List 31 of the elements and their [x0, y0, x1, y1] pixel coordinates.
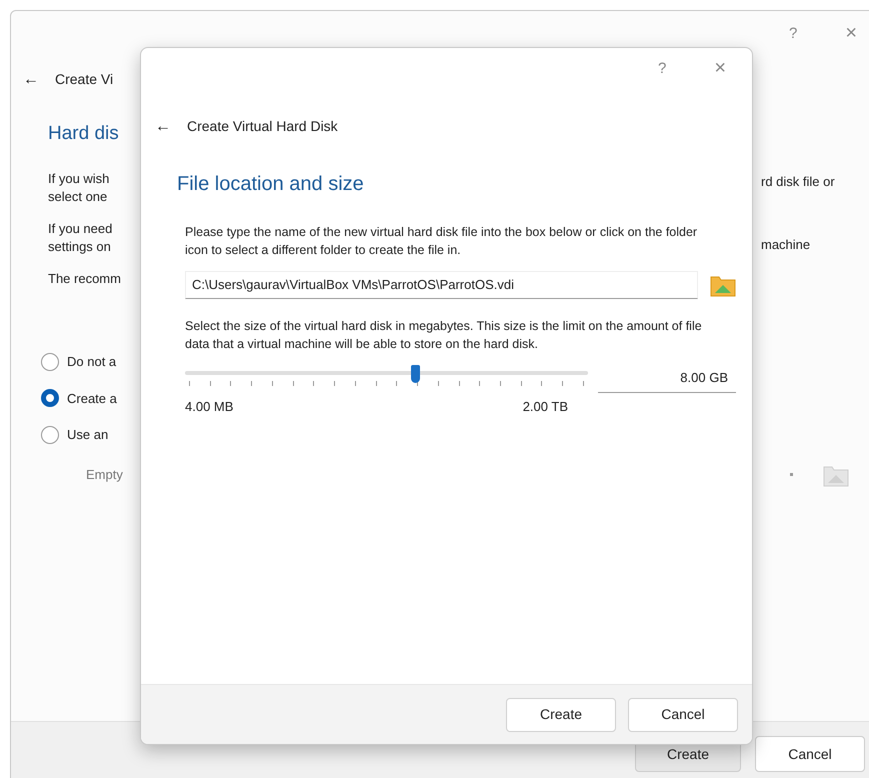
radio-button[interactable] [41, 389, 59, 408]
size-description: Select the size of the virtual hard disk in megabytes. This size is the limit on the amount of file data that a virtual machine will be able to store on the hard disk. [185, 318, 703, 352]
description-text: If you wish select one [48, 170, 110, 206]
radio-button[interactable] [41, 352, 59, 371]
radio-label[interactable]: Create a [67, 388, 117, 408]
min-size-label: 4.00 MB [185, 398, 234, 416]
dialog-button[interactable]: Create [506, 698, 616, 732]
description-text: rd disk file or [761, 172, 836, 190]
section-heading: Hard dis [48, 122, 120, 146]
close-button[interactable]: × [714, 58, 726, 80]
description-text: The recomm [48, 270, 122, 288]
back-button[interactable]: ← [155, 114, 171, 138]
file-path-field[interactable]: C:\Users\gaurav\VirtualBox VMs\ParrotOS\ParrotOS.vdi [185, 270, 698, 298]
max-size-label: 2.00 TB [522, 398, 568, 416]
radio-button[interactable] [41, 426, 59, 444]
dialog-button[interactable]: Cancel [628, 698, 738, 732]
size-slider[interactable] [185, 362, 588, 386]
section-heading: File location and size [176, 172, 365, 196]
help-button[interactable]: ? [658, 58, 666, 80]
disk-file-value: Empty [86, 466, 123, 484]
radio-label[interactable]: Use an [67, 425, 108, 444]
window-title: Create Vi [55, 70, 114, 89]
slider-thumb[interactable] [410, 364, 420, 382]
back-button[interactable]: ← [23, 68, 39, 92]
size-field[interactable]: 8.00 GB [598, 362, 736, 392]
dialog-button[interactable]: Cancel [755, 736, 865, 772]
location-description: Please type the name of the new virtual hard disk file into the box below or click on the folder icon to select a different folder to create the file in. [185, 224, 698, 258]
dialog-title: Create Virtual Hard Disk [187, 117, 338, 136]
description-text: machine [761, 236, 812, 254]
radio-label[interactable]: Do not a [67, 352, 116, 372]
description-text: If you need settings on [48, 220, 114, 256]
